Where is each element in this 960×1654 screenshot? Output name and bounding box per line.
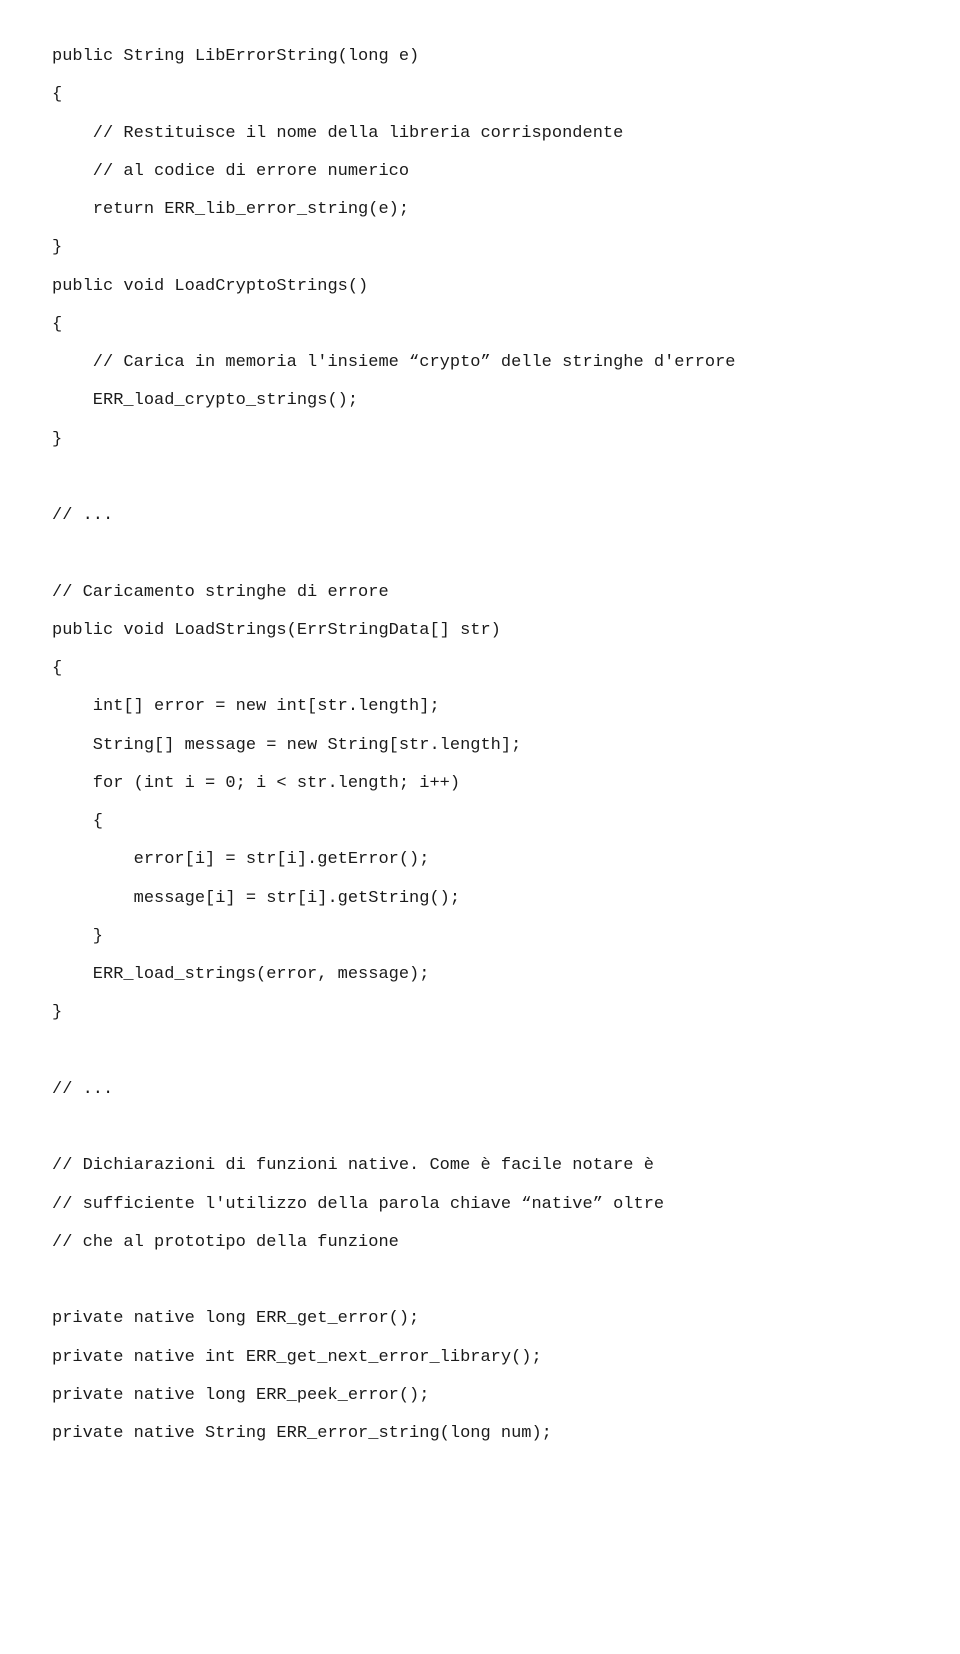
code-line: public String LibErrorString(long e) xyxy=(52,47,419,66)
code-line: return ERR_lib_error_string(e); xyxy=(52,200,409,219)
code-line: for (int i = 0; i < str.length; i++) xyxy=(52,774,460,793)
code-line: // Caricamento stringhe di errore xyxy=(52,583,389,602)
code-line: String[] message = new String[str.length… xyxy=(52,736,521,755)
code-line: // ... xyxy=(52,1080,113,1099)
code-line: private native long ERR_peek_error(); xyxy=(52,1386,429,1405)
code-line: } xyxy=(52,238,62,257)
code-line: ERR_load_crypto_strings(); xyxy=(52,391,358,410)
code-line: } xyxy=(52,1003,62,1022)
code-line: // Restituisce il nome della libreria co… xyxy=(52,124,623,143)
code-line: private native String ERR_error_string(l… xyxy=(52,1424,552,1443)
code-block: public String LibErrorString(long e) { /… xyxy=(0,0,960,1491)
code-line: } xyxy=(52,430,62,449)
code-line: { xyxy=(52,85,62,104)
code-line: // Dichiarazioni di funzioni native. Com… xyxy=(52,1156,654,1175)
code-line: // che al prototipo della funzione xyxy=(52,1233,399,1252)
code-line: public void LoadCryptoStrings() xyxy=(52,277,368,296)
code-line: { xyxy=(52,812,103,831)
code-line: private native int ERR_get_next_error_li… xyxy=(52,1348,542,1367)
code-line: message[i] = str[i].getString(); xyxy=(52,889,460,908)
code-line: // sufficiente l'utilizzo della parola c… xyxy=(52,1195,664,1214)
code-line: int[] error = new int[str.length]; xyxy=(52,697,440,716)
code-line: // Carica in memoria l'insieme “crypto” … xyxy=(52,353,736,372)
code-line: { xyxy=(52,315,62,334)
code-line: // ... xyxy=(52,506,113,525)
code-line: { xyxy=(52,659,62,678)
code-line: // al codice di errore numerico xyxy=(52,162,409,181)
code-line: private native long ERR_get_error(); xyxy=(52,1309,419,1328)
code-line: ERR_load_strings(error, message); xyxy=(52,965,429,984)
code-line: } xyxy=(52,927,103,946)
code-line: public void LoadStrings(ErrStringData[] … xyxy=(52,621,501,640)
code-line: error[i] = str[i].getError(); xyxy=(52,850,429,869)
